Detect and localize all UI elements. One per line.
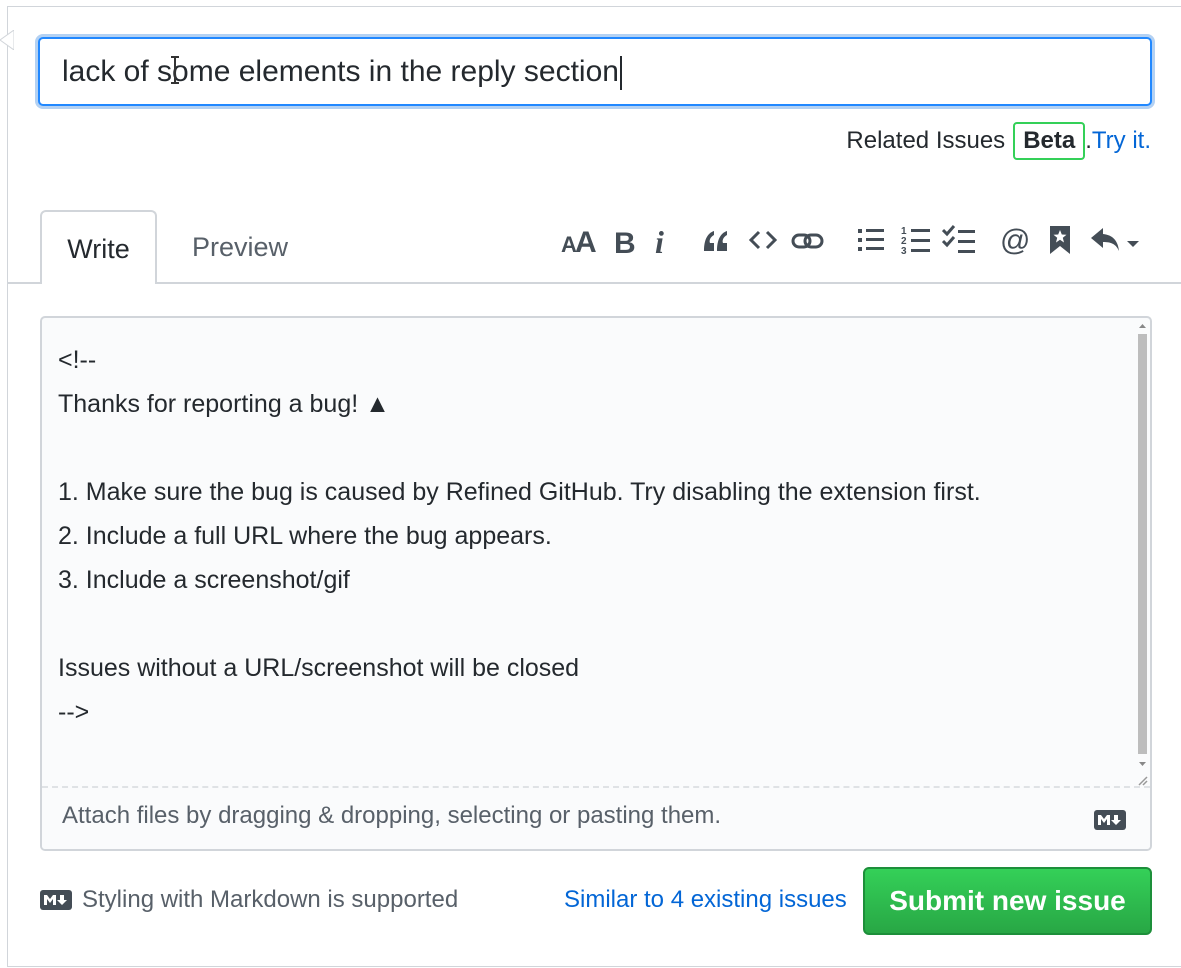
italic-icon[interactable]: i [650, 220, 670, 260]
submit-new-issue-button[interactable]: Submit new issue [863, 867, 1152, 935]
issue-title-value: lack of some elements in the reply secti… [62, 55, 619, 88]
attach-hint: Attach files by dragging & dropping, sel… [62, 802, 722, 829]
saved-reply-icon[interactable] [1088, 220, 1144, 260]
related-issues-separator: . [1085, 127, 1092, 154]
scroll-down-icon[interactable] [1138, 760, 1147, 768]
tab-preview[interactable]: Preview [170, 210, 310, 284]
text-size-icon[interactable]: AA [560, 220, 598, 260]
beta-badge: Beta [1013, 122, 1086, 160]
svg-text:B: B [614, 227, 636, 255]
issue-title-input[interactable]: lack of some elements in the reply secti… [38, 37, 1152, 106]
try-it-link[interactable]: Try it. [1092, 127, 1151, 155]
comment-body-textarea[interactable]: <!-- Thanks for reporting a bug! ▲ 1. Mak… [40, 316, 1152, 851]
svg-text:3: 3 [901, 246, 907, 256]
text-caret [619, 56, 622, 91]
markdown-icon [40, 890, 72, 910]
svg-text:i: i [655, 225, 664, 255]
related-issues-label: Related Issues [846, 127, 1006, 154]
file-attach-dropzone[interactable]: Attach files by dragging & dropping, sel… [42, 786, 1150, 849]
editor-line: Issues without a URL/screenshot will be … [58, 654, 580, 682]
scroll-up-icon[interactable] [1138, 322, 1147, 330]
editor-scrollbar[interactable] [1136, 322, 1148, 778]
editor-line: --> [58, 698, 90, 726]
numbered-list-icon[interactable]: 123 [900, 220, 932, 260]
reference-icon[interactable] [1046, 220, 1074, 260]
editor-line: <!-- [58, 346, 97, 374]
resize-grip-icon[interactable] [1136, 774, 1148, 786]
bulleted-list-icon[interactable] [856, 220, 886, 260]
task-list-icon[interactable] [942, 220, 976, 260]
editor-line: 1. Make sure the bug is caused by Refine… [58, 478, 981, 506]
ibeam-cursor-icon [171, 56, 179, 84]
code-icon[interactable] [746, 220, 780, 260]
quote-icon[interactable] [698, 220, 732, 260]
mention-icon[interactable]: @ [998, 220, 1032, 260]
related-issues: Related Issues Beta . Try it. [846, 122, 1151, 160]
editor-line: Thanks for reporting a bug! ▲ [58, 390, 390, 418]
scroll-thumb[interactable] [1138, 334, 1147, 754]
svg-text:A: A [575, 226, 597, 255]
editor-line: 3. Include a screenshot/gif [58, 566, 350, 594]
comment-body-text: <!-- Thanks for reporting a bug! ▲ 1. Mak… [58, 338, 981, 734]
comment-caret-icon [0, 30, 14, 50]
markdown-icon[interactable] [1094, 810, 1126, 830]
similar-issues-link[interactable]: Similar to 4 existing issues [564, 886, 847, 914]
markdown-support-note: Styling with Markdown is supported [40, 886, 458, 914]
markdown-support-text: Styling with Markdown is supported [82, 886, 459, 913]
link-icon[interactable] [790, 220, 826, 260]
editor-line: 2. Include a full URL where the bug appe… [58, 522, 552, 550]
tab-write[interactable]: Write [40, 210, 157, 284]
bold-icon[interactable]: B [610, 220, 638, 260]
svg-text:@: @ [1000, 224, 1030, 256]
